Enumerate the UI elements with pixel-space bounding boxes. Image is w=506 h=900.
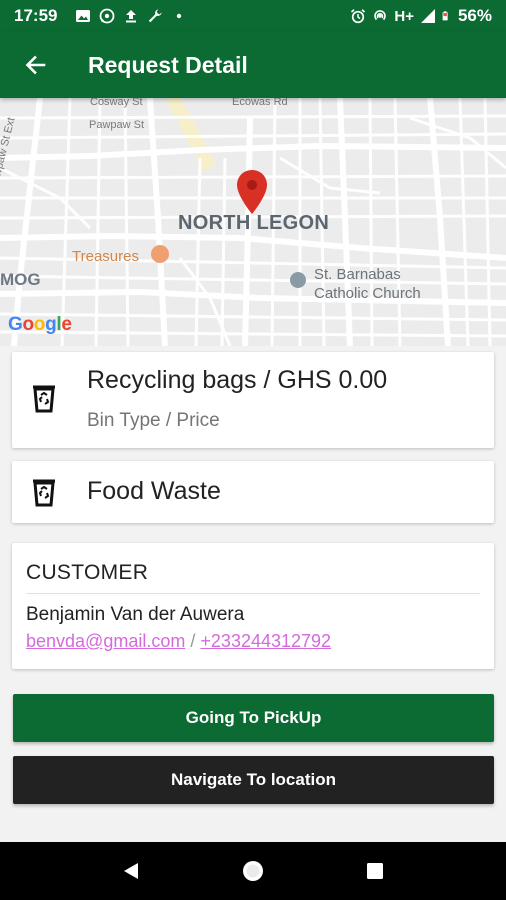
google-logo: Google [8,314,72,335]
bin-type-card: Recycling bags / GHS 0.00 Bin Type / Pri… [12,352,494,448]
nav-recents-button[interactable] [355,851,395,891]
waste-title: Food Waste [87,477,221,505]
recycle-bin-icon [33,385,55,413]
navigate-to-location-button[interactable]: Navigate To location [13,756,494,804]
dot-icon [177,13,182,19]
poi-orange-icon [151,245,169,263]
map-label-area: NORTH LEGON [178,212,330,234]
upload-icon [126,10,137,23]
going-to-pickup-button[interactable]: Going To PickUp [13,694,494,742]
triangle-back-icon [124,863,138,879]
waste-type-card: Food Waste [12,461,494,523]
customer-contact: benvda@gmail.com / +233244312792 [26,631,480,652]
bin-title: Recycling bags / GHS 0.00 [87,366,388,394]
app-bar: Request Detail [0,32,506,98]
map-label-cosway: Cosway St [90,98,143,108]
image-icon [76,10,91,22]
wrench-icon [149,9,162,23]
map-label-church: Catholic Church [314,285,421,302]
battery-level: 56% [457,6,492,25]
customer-heading: CUSTOMER [26,561,149,584]
nav-back-button[interactable] [111,851,151,891]
whatsapp-icon [100,8,115,24]
system-navigation-bar [0,842,506,900]
customer-divider [26,593,480,594]
map-label-pawpaw: Pawpaw St [89,119,145,131]
status-bar-left: 17:59 [14,6,187,26]
arrow-left-icon [25,55,46,75]
contact-separator: / [190,631,196,651]
status-time: 17:59 [14,6,58,25]
back-button[interactable] [0,32,70,98]
map-label-ecowas: Ecowas Rd [232,98,288,108]
status-bar: 17:59 H+ 56% [0,0,506,32]
recycle-bin-icon [33,479,55,507]
battery-icon [442,11,448,21]
signal-icon [420,9,435,23]
square-recents-icon [367,863,383,879]
map-label-treasures: Treasures [72,248,139,265]
customer-email-link[interactable]: benvda@gmail.com [26,631,185,651]
customer-name: Benjamin Van der Auwera [26,604,245,625]
circle-home-icon [243,861,263,881]
hotspot-icon [374,10,387,21]
customer-card: CUSTOMER Benjamin Van der Auwera benvda@… [12,543,494,669]
page-title: Request Detail [88,51,248,78]
customer-phone-link[interactable]: +233244312792 [200,631,331,651]
map-label-mog: MOG [0,270,41,289]
poi-church-icon [290,272,306,288]
alarm-icon [351,9,366,24]
network-type: H+ [394,7,414,25]
map-view[interactable]: Cosway St Ecowas Rd Pawpaw St Pawpaw St … [0,98,506,346]
map-label-st-barnabas: St. Barnabas [314,266,401,283]
nav-home-button[interactable] [233,851,273,891]
status-bar-right: H+ 56% [350,6,492,26]
bin-subtitle: Bin Type / Price [87,410,220,431]
